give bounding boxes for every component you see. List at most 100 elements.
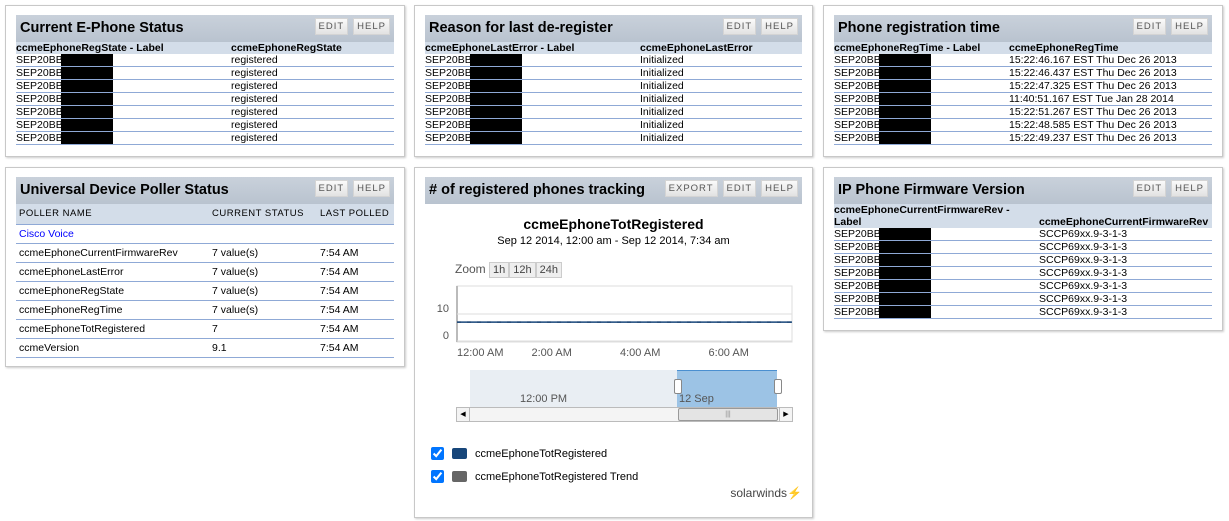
device-label: SEP20BB [16,106,63,118]
help-button[interactable]: HELP [1171,180,1208,197]
table-row: SEP20BB Initialized [425,79,802,93]
help-button[interactable]: HELP [353,18,390,35]
table-row: SEP20BB 11:40:51.167 EST Tue Jan 28 2014 [834,92,1212,106]
table-row: SEP20BB Initialized [425,66,802,80]
value-cell: Initialized [640,92,802,106]
value-cell: Initialized [640,105,802,119]
table-row: ccmeEphoneTotRegistered 7 7:54 AM [16,319,394,339]
redaction [878,228,931,240]
scroll-left-icon[interactable]: ◀ [457,408,470,421]
redaction [469,132,522,144]
device-label: SEP20BB [425,106,472,118]
value-cell: Initialized [640,66,802,80]
value-cell: registered [231,105,394,119]
redaction [878,132,931,144]
legend-label: ccmeEphoneTotRegistered [475,447,608,460]
table-row: SEP20BB registered [16,105,394,119]
table-row: SEP20BB Initialized [425,131,802,145]
cell: 7:54 AM [317,262,394,282]
value-cell: 11:40:51.167 EST Tue Jan 28 2014 [1009,92,1212,106]
device-label: SEP20BB [425,93,472,105]
x-tick-label: 2:00 AM [532,347,572,359]
col-header: LAST POLLED [317,204,394,225]
cell: 7:54 AM [317,300,394,320]
redaction [60,54,113,66]
cell: 7:54 AM [317,243,394,263]
table-row: ccmeVersion 9.1 7:54 AM [16,338,394,358]
value-cell: 15:22:49.237 EST Thu Dec 26 2013 [1009,131,1212,145]
value-cell: 15:22:51.267 EST Thu Dec 26 2013 [1009,105,1212,119]
help-button[interactable]: HELP [353,180,390,197]
value-cell: SCCP69xx.9-3-1-3 [1039,292,1212,306]
redaction [878,306,931,318]
device-label: SEP20BB [16,132,63,144]
navigator-scrollbar[interactable]: ◀ ||| ▶ [456,407,793,422]
table-row: SEP20BB SCCP69xx.9-3-1-3 [834,228,1212,241]
cell: ccmeEphoneTotRegistered [16,319,209,339]
redaction [60,67,113,79]
navigator-label: 12:00 PM [520,393,568,405]
redaction [878,93,931,105]
navigator-right-handle[interactable] [774,379,782,394]
cell: 7:54 AM [317,281,394,301]
edit-button[interactable]: EDIT [314,180,349,197]
device-label: SEP20BB [834,306,881,318]
navigator[interactable]: 12:00 PM 12 Sep ◀ ||| ▶ [456,367,793,422]
regstate-table: ccmeEphoneRegState - Label ccmeEphoneRegS… [16,42,394,145]
edit-button[interactable]: EDIT [1132,18,1167,35]
navigator-left-handle[interactable] [674,379,682,394]
help-button[interactable]: HELP [1171,18,1208,35]
cell: ccmeEphoneRegState [16,281,209,301]
device-label: SEP20BB [834,54,881,66]
col-header: ccmeEphoneLastError [640,42,802,54]
device-label: SEP20BB [834,80,881,92]
device-label: SEP20BB [425,80,472,92]
value-cell: Initialized [640,54,802,67]
panel-poller: Universal Device Poller Status EDIT HELP … [5,167,405,367]
edit-button[interactable]: EDIT [314,18,349,35]
col-header: ccmeEphoneRegState - Label [16,42,231,54]
redaction [469,119,522,131]
value-cell: registered [231,66,394,80]
legend-item[interactable]: ccmeEphoneTotRegistered [431,442,638,465]
device-label: SEP20BB [16,119,63,131]
value-cell: SCCP69xx.9-3-1-3 [1039,228,1212,241]
help-button[interactable]: HELP [761,18,798,35]
series-swatch [452,448,467,459]
group-link-cisco-voice[interactable]: Cisco Voice [19,228,74,240]
panel-tracking: # of registered phones tracking EXPORT ED… [414,167,813,518]
device-label: SEP20BB [834,132,881,144]
value-cell: registered [231,92,394,106]
redaction [878,54,931,66]
redaction [469,106,522,118]
value-cell: SCCP69xx.9-3-1-3 [1039,305,1212,319]
redaction [469,80,522,92]
edit-button[interactable]: EDIT [722,18,757,35]
series-checkbox[interactable] [431,447,444,460]
edit-button[interactable]: EDIT [1132,180,1167,197]
device-label: SEP20BB [834,254,881,266]
redaction [878,106,931,118]
panel-title: Phone registration time [838,20,1000,36]
device-label: SEP20BB [425,132,472,144]
scroll-right-icon[interactable]: ▶ [779,408,792,421]
value-cell: Initialized [640,79,802,93]
navigator-label: 12 Sep [679,393,714,405]
value-cell: registered [231,131,394,145]
device-label: SEP20BB [16,80,63,92]
table-row: SEP20BB registered [16,131,394,145]
series-swatch [452,471,467,482]
scroll-thumb[interactable]: ||| [678,408,778,421]
series-checkbox[interactable] [431,470,444,483]
value-cell: SCCP69xx.9-3-1-3 [1039,253,1212,267]
device-label: SEP20BB [16,93,63,105]
table-row: SEP20BB SCCP69xx.9-3-1-3 [834,279,1212,293]
cell: 7 value(s) [209,243,317,263]
legend-item[interactable]: ccmeEphoneTotRegistered Trend [431,465,638,488]
value-cell: registered [231,118,394,132]
redaction [878,119,931,131]
cell: 7:54 AM [317,338,394,358]
value-cell: SCCP69xx.9-3-1-3 [1039,279,1212,293]
device-label: SEP20BB [834,267,881,279]
table-row: SEP20BB 15:22:51.267 EST Thu Dec 26 2013 [834,105,1212,119]
